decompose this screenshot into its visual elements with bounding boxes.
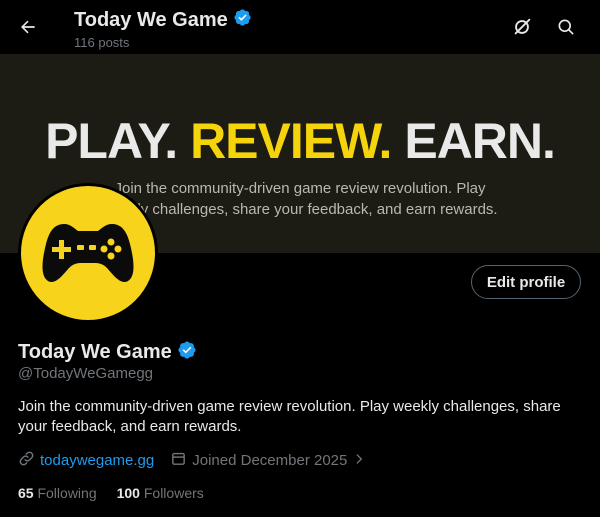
post-count: 116 posts	[74, 35, 130, 50]
arrow-left-icon[interactable]	[14, 13, 42, 41]
edit-profile-button[interactable]: Edit profile	[471, 265, 581, 299]
header-title: Today We Game	[74, 8, 252, 32]
following-label: Following	[37, 485, 97, 501]
grok-icon[interactable]	[508, 13, 536, 41]
website-item: todaywegame.gg	[18, 450, 154, 471]
banner-headline-part3: EARN.	[391, 113, 556, 169]
link-icon	[18, 450, 35, 471]
joined-date: Joined December 2025	[192, 452, 348, 469]
following-link[interactable]: 65 Following	[18, 485, 97, 501]
followers-link[interactable]: 100 Followers	[117, 485, 204, 501]
profile-bio: Join the community-driven game review re…	[18, 398, 561, 435]
chevron-right-icon	[352, 452, 366, 470]
search-icon[interactable]	[552, 13, 580, 41]
banner-headline-part2: REVIEW.	[190, 113, 392, 169]
calendar-icon	[170, 450, 187, 471]
profile-handle: @TodayWeGamegg	[18, 365, 154, 382]
follow-stats: 65 Following 100 Followers	[18, 485, 224, 501]
top-header: Today We Game 116 posts	[0, 0, 600, 54]
profile-meta: todaywegame.gg Joined December 2025	[18, 450, 382, 471]
banner-headline-part1: PLAY.	[45, 113, 191, 169]
verified-badge-icon[interactable]	[177, 340, 197, 365]
joined-item[interactable]: Joined December 2025	[170, 450, 366, 471]
display-name: Today We Game	[18, 341, 172, 363]
followers-count: 100	[116, 485, 140, 501]
profile-name: Today We Game	[18, 340, 197, 365]
banner-headline: PLAY. REVIEW. EARN.	[0, 112, 600, 170]
following-count: 65	[18, 485, 34, 501]
followers-label: Followers	[143, 485, 204, 501]
header-name: Today We Game	[74, 8, 228, 31]
verified-badge-icon	[233, 8, 252, 32]
gamepad-icon	[42, 224, 134, 282]
avatar[interactable]	[18, 183, 158, 323]
website-link[interactable]: todaywegame.gg	[40, 452, 154, 469]
